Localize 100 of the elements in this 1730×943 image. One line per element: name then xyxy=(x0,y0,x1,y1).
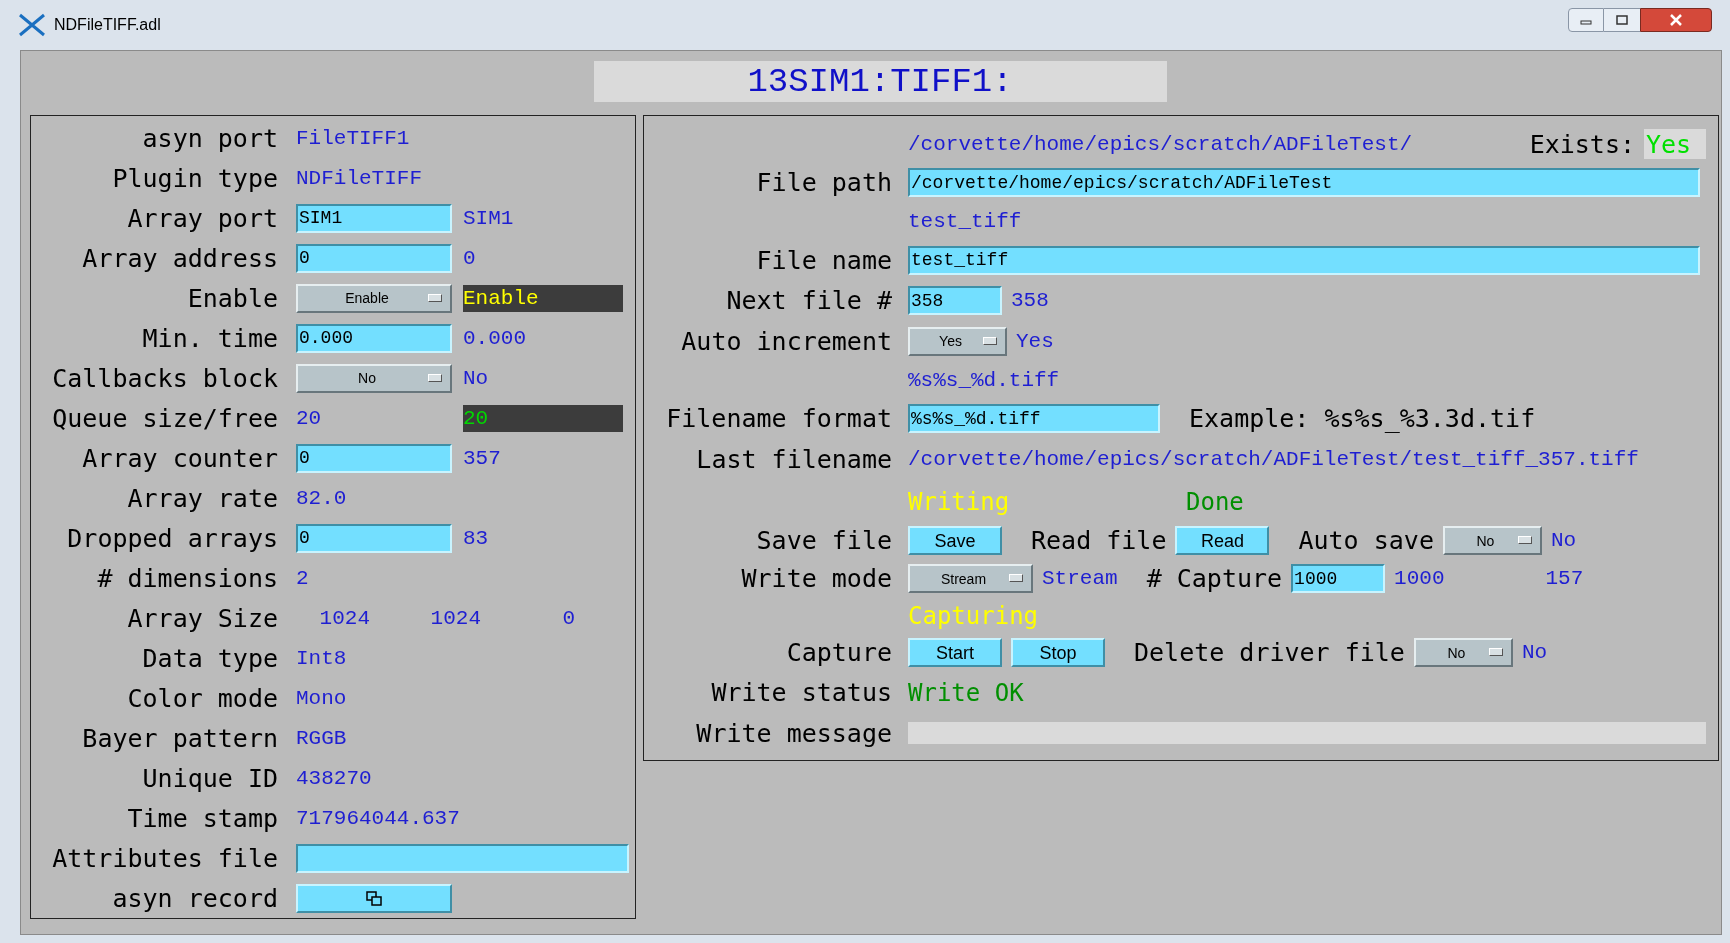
field-label: Delete driver file xyxy=(1134,640,1405,665)
field-label: Array rate xyxy=(126,485,278,511)
readback-value: test_tiff xyxy=(908,210,1022,232)
readback-value: 20 xyxy=(463,407,489,429)
field-label: Array Size xyxy=(126,605,278,631)
field-label: Enable xyxy=(186,285,278,311)
readback-value: 2 xyxy=(296,567,309,589)
field-label: Data type xyxy=(141,645,278,671)
input-field[interactable]: 0 xyxy=(296,243,452,273)
readback-value: 0.000 xyxy=(463,327,526,349)
readback-value: /corvette/home/epics/scratch/ADFileTest/test_tiff_357.tiff xyxy=(908,449,1639,470)
input-field[interactable] xyxy=(296,843,629,873)
input-field[interactable]: 0 xyxy=(296,523,452,553)
status-text: Writing xyxy=(908,489,1011,514)
action-button[interactable]: Save xyxy=(908,526,1002,555)
readback-value: RGGB xyxy=(296,727,347,749)
readback-value: SIM1 xyxy=(463,207,514,229)
menu-button[interactable]: Enable xyxy=(296,283,452,313)
readback-value: %s%s_%d.tiff xyxy=(908,369,1060,391)
field-label: Dropped arrays xyxy=(66,525,278,551)
close-icon xyxy=(1669,14,1683,26)
field-label: Write message xyxy=(695,720,892,746)
readback-value: 717964044.637 xyxy=(296,807,460,829)
input-field[interactable]: 358 xyxy=(908,286,1002,315)
menu-indicator-icon xyxy=(1009,574,1023,582)
field-label: Save file xyxy=(755,528,892,553)
input-field[interactable]: 0 xyxy=(296,443,452,473)
readback-value: 1024 xyxy=(429,607,481,629)
readback-value: 0 xyxy=(561,607,575,629)
field-label: Min. time xyxy=(141,325,278,351)
status-text: Write OK xyxy=(908,680,1025,705)
readback-value: FileTIFF1 xyxy=(296,127,410,149)
field-label: Filename format xyxy=(665,406,892,431)
readback-value: 157 xyxy=(1545,568,1584,589)
field-label: Auto increment xyxy=(680,328,892,354)
menu-button[interactable]: No xyxy=(1442,526,1542,555)
readback-value: /corvette/home/epics/scratch/ADFileTest/ xyxy=(908,133,1413,155)
input-field[interactable]: 0.000 xyxy=(296,323,452,353)
status-text: Done xyxy=(1186,489,1245,514)
field-label: Array address xyxy=(81,245,278,271)
field-label: Color mode xyxy=(126,685,278,711)
field-label: Read file xyxy=(1031,528,1167,553)
minimize-button[interactable] xyxy=(1568,8,1604,32)
input-field[interactable]: /corvette/home/epics/scratch/ADFileTest xyxy=(908,168,1700,197)
x-logo-icon xyxy=(18,13,46,37)
field-label: Write status xyxy=(710,680,892,705)
field-label: Plugin type xyxy=(111,165,278,191)
field-label: asyn port xyxy=(141,125,278,151)
menu-button[interactable]: Stream xyxy=(908,564,1033,593)
field-label: Queue size/free xyxy=(51,405,278,431)
readback-value: 82.0 xyxy=(296,487,347,509)
field-label: Example: %s%s_%3.3d.tif xyxy=(1189,406,1536,431)
menu-indicator-icon xyxy=(428,293,442,302)
field-label: Bayer pattern xyxy=(81,725,278,751)
readback-value: 0 xyxy=(463,247,476,269)
input-field[interactable]: test_tiff xyxy=(908,245,1700,275)
readback-value: Yes xyxy=(1016,330,1054,352)
menu-indicator-icon xyxy=(983,336,997,345)
menu-button[interactable]: Yes xyxy=(908,326,1007,356)
field-label: asyn record xyxy=(111,885,278,911)
related-display-button[interactable] xyxy=(296,883,452,913)
readback-value: 357 xyxy=(463,447,501,469)
readback-value: Int8 xyxy=(296,647,347,669)
field-label: Array counter xyxy=(81,445,278,471)
readback-value: 1024 xyxy=(318,607,370,629)
readback-value: Stream xyxy=(1042,568,1118,589)
readback-value: 20 xyxy=(296,407,323,429)
readback-value: 1000 xyxy=(1394,568,1445,589)
close-button[interactable] xyxy=(1640,8,1712,32)
readback-value: No xyxy=(1550,530,1577,551)
input-field[interactable]: SIM1 xyxy=(296,203,452,233)
field-label: # dimensions xyxy=(96,565,278,591)
menu-indicator-icon xyxy=(428,373,442,382)
input-field[interactable]: 1000 xyxy=(1291,564,1386,593)
readback-value: Mono xyxy=(296,687,347,709)
readback-value: No xyxy=(463,367,489,389)
field-label: Exists: xyxy=(1529,131,1635,157)
field-label: Array port xyxy=(126,205,278,231)
field-label: Last filename xyxy=(695,447,892,472)
field-label: Write mode xyxy=(740,566,892,591)
input-field[interactable]: %s%s_%d.tiff xyxy=(908,404,1160,433)
field-label: Attributes file xyxy=(51,845,278,871)
maximize-button[interactable] xyxy=(1604,8,1640,32)
field-label: Capture xyxy=(785,640,892,665)
readback-value: No xyxy=(1521,642,1548,663)
readback-value: 358 xyxy=(1011,290,1049,311)
restore-icon xyxy=(1616,15,1628,25)
field-label: # Capture xyxy=(1146,566,1283,591)
overlapping-squares-icon xyxy=(366,890,382,906)
menu-indicator-icon xyxy=(1517,536,1532,544)
field-label: Auto save xyxy=(1298,528,1434,553)
action-button[interactable]: Read xyxy=(1175,526,1270,555)
field-label: File name xyxy=(755,247,892,273)
menu-button[interactable]: No xyxy=(296,363,452,393)
menu-button[interactable]: No xyxy=(1413,638,1513,667)
field-label: Unique ID xyxy=(141,765,278,791)
action-button[interactable]: Stop xyxy=(1011,638,1105,667)
action-button[interactable]: Start xyxy=(908,638,1002,667)
field-label: Callbacks block xyxy=(51,365,278,391)
field-label: Next file # xyxy=(725,288,892,313)
